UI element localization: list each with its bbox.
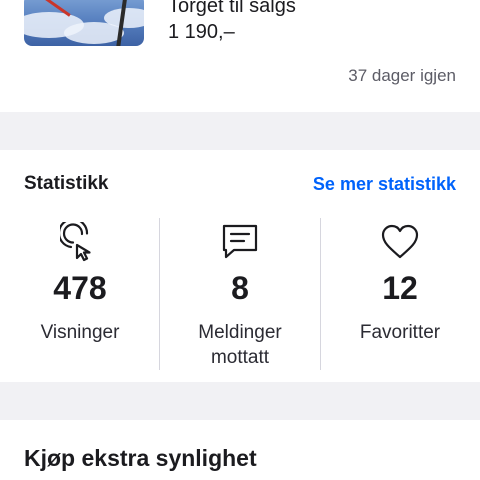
buy-visibility-heading: Kjøp ekstra synlighet: [24, 445, 257, 471]
stat-views: 478 Visninger: [0, 218, 160, 345]
views-label: Visninger: [40, 322, 120, 343]
buy-visibility-card[interactable]: Kjøp ekstra synlighet: [0, 420, 480, 480]
message-icon: [220, 222, 260, 262]
statistics-heading: Statistikk: [24, 173, 109, 194]
stat-messages: 8 Meldinger mottatt: [160, 222, 320, 370]
listing-thumbnail[interactable]: [24, 0, 144, 46]
listing-card[interactable]: Torget til salgs 1 190,– 37 dager igjen: [0, 0, 480, 112]
listing-price: 1 190,–: [168, 21, 235, 43]
days-left-text: 37 dager igjen: [348, 66, 456, 85]
messages-label-line2: mottatt: [210, 347, 270, 368]
listing-title[interactable]: Torget til salgs: [168, 0, 296, 18]
messages-label: Meldinger mottatt: [160, 320, 320, 370]
heart-icon: [380, 222, 420, 262]
favorites-label: Favoritter: [359, 322, 441, 343]
statistics-card: Statistikk Se mer statistikk 478 Visning…: [0, 150, 480, 382]
favorites-count: 12: [382, 270, 418, 306]
stat-favorites: 12 Favoritter: [320, 222, 480, 345]
views-count: 478: [53, 270, 107, 306]
see-more-statistics-link[interactable]: Se mer statistikk: [313, 172, 456, 196]
messages-count: 8: [231, 270, 249, 306]
messages-label-line1: Meldinger: [198, 322, 282, 343]
cursor-click-icon: [57, 218, 100, 262]
